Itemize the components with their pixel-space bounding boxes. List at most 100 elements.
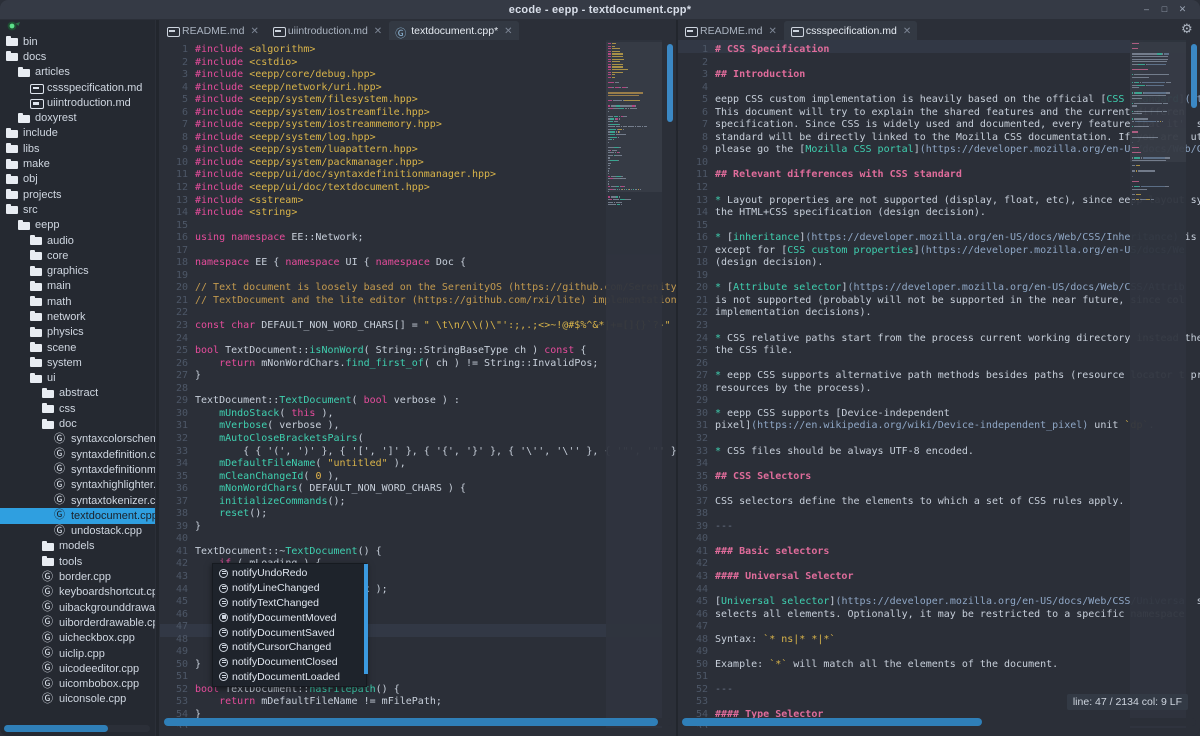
line-number: 12 bbox=[162, 182, 188, 195]
sidebar-splitter[interactable] bbox=[156, 20, 159, 736]
file-tree[interactable]: bindocsarticlescssspecification.mduiintr… bbox=[0, 34, 155, 707]
tree-item-uicheckbox-cpp[interactable]: uicheckbox.cpp bbox=[0, 631, 155, 646]
code-token: #include bbox=[195, 82, 249, 93]
editor-horizontal-scrollbar-right[interactable] bbox=[682, 718, 1196, 726]
tab-close-icon[interactable]: ✕ bbox=[374, 26, 382, 37]
tree-item-syntaxhighlighter-c[interactable]: syntaxhighlighter.c bbox=[0, 478, 155, 493]
close-button[interactable]: ✕ bbox=[1177, 4, 1188, 15]
minimap-line bbox=[612, 61, 620, 62]
autocomplete-item-label: notifyUndoRedo bbox=[232, 567, 307, 579]
code-token: selects all elements. Optionally, it may… bbox=[715, 609, 1185, 620]
folder-icon bbox=[30, 296, 43, 307]
autocomplete-item[interactable]: notifyLineChanged bbox=[213, 581, 366, 596]
tree-item-ui[interactable]: ui bbox=[0, 371, 155, 386]
tree-item-physics[interactable]: physics bbox=[0, 325, 155, 340]
tree-item-abstract[interactable]: abstract bbox=[0, 386, 155, 401]
tree-item-uibackgrounddrawab[interactable]: uibackgrounddrawab bbox=[0, 600, 155, 615]
tree-item-syntaxdefinitionma[interactable]: syntaxdefinitionma bbox=[0, 462, 155, 477]
tree-item-doc[interactable]: doc bbox=[0, 416, 155, 431]
code-token: = bbox=[412, 320, 424, 331]
gear-icon[interactable]: ⚙ bbox=[1181, 23, 1194, 36]
editor-vertical-scrollbar-left[interactable] bbox=[666, 40, 674, 728]
hscroll-thumb-right[interactable] bbox=[682, 718, 982, 726]
tab-readme-md[interactable]: README.md✕ bbox=[678, 21, 783, 40]
minimap-line bbox=[621, 176, 623, 177]
minimap-right[interactable] bbox=[1130, 40, 1186, 728]
tree-item-math[interactable]: math bbox=[0, 294, 155, 309]
autocomplete-item[interactable]: notifyCursorChanged bbox=[213, 640, 366, 655]
line-number: 37 bbox=[682, 496, 708, 509]
tab-cssspecification-md[interactable]: cssspecification.md✕ bbox=[784, 21, 917, 40]
tree-item-eepp[interactable]: eepp bbox=[0, 218, 155, 233]
markdown-content-right[interactable]: 1# CSS Specification2 3## Introduction4 … bbox=[682, 44, 1200, 728]
minimap-line bbox=[1166, 92, 1170, 93]
minimize-button[interactable]: – bbox=[1141, 4, 1152, 15]
editor-horizontal-scrollbar-left[interactable] bbox=[164, 718, 672, 726]
tree-item-undostack-cpp[interactable]: undostack.cpp bbox=[0, 524, 155, 539]
autocomplete-item[interactable]: notifyDocumentMoved bbox=[213, 610, 366, 625]
autocomplete-item[interactable]: notifyDocumentLoaded bbox=[213, 670, 366, 685]
code-editor-left[interactable]: 1#include <algorithm>2#include <cstdio>3… bbox=[160, 40, 676, 728]
tree-item-css[interactable]: css bbox=[0, 401, 155, 416]
tree-item-audio[interactable]: audio bbox=[0, 233, 155, 248]
tree-item-core[interactable]: core bbox=[0, 248, 155, 263]
tree-item-system[interactable]: system bbox=[0, 355, 155, 370]
tree-item-uiborderdrawable-cpp[interactable]: uiborderdrawable.cpp bbox=[0, 615, 155, 630]
tab-textdocument-cpp-[interactable]: textdocument.cpp*✕ bbox=[389, 21, 518, 40]
tree-item-projects[interactable]: projects bbox=[0, 187, 155, 202]
tree-item-graphics[interactable]: graphics bbox=[0, 263, 155, 278]
maximize-button[interactable]: □ bbox=[1159, 4, 1170, 15]
code-token: Layout properties are not supported (dis… bbox=[727, 195, 1191, 206]
autocomplete-item[interactable]: notifyDocumentClosed bbox=[213, 655, 366, 670]
tree-item-main[interactable]: main bbox=[0, 279, 155, 294]
tree-item-docs[interactable]: docs bbox=[0, 49, 155, 64]
tab-close-icon[interactable]: ✕ bbox=[768, 26, 776, 37]
file-tree-sidebar[interactable]: bindocsarticlescssspecification.mduiintr… bbox=[0, 20, 155, 736]
tree-item-doxyrest[interactable]: doxyrest bbox=[0, 110, 155, 125]
tree-item-keyboardshortcut-cpp[interactable]: keyboardshortcut.cpp bbox=[0, 585, 155, 600]
tree-item-include[interactable]: include bbox=[0, 126, 155, 141]
tree-item-obj[interactable]: obj bbox=[0, 172, 155, 187]
tab-uiintroduction-md[interactable]: uiintroduction.md✕ bbox=[266, 21, 388, 40]
editor-vertical-scrollbar-right[interactable] bbox=[1190, 40, 1198, 728]
cpp-file-icon bbox=[54, 434, 67, 445]
tree-item-border-cpp[interactable]: border.cpp bbox=[0, 569, 155, 584]
tree-item-src[interactable]: src bbox=[0, 202, 155, 217]
autocomplete-item[interactable]: notifyTextChanged bbox=[213, 596, 366, 611]
autocomplete-item[interactable]: notifyUndoRedo bbox=[213, 566, 366, 581]
hscroll-thumb-left[interactable] bbox=[164, 718, 658, 726]
tree-item-uicodeeditor-cpp[interactable]: uicodeeditor.cpp bbox=[0, 661, 155, 676]
tree-item-uiintroduction-md[interactable]: uiintroduction.md bbox=[0, 95, 155, 110]
tree-item-articles[interactable]: articles bbox=[0, 65, 155, 80]
tree-item-cssspecification-md[interactable]: cssspecification.md bbox=[0, 80, 155, 95]
minimap-line bbox=[612, 59, 624, 60]
code-editor-right[interactable]: 1# CSS Specification2 3## Introduction4 … bbox=[678, 40, 1200, 728]
autocomplete-item[interactable]: notifyDocumentSaved bbox=[213, 625, 366, 640]
minimap-left[interactable] bbox=[606, 40, 662, 728]
tab-readme-md[interactable]: README.md✕ bbox=[160, 21, 265, 40]
tree-item-uiclip-cpp[interactable]: uiclip.cpp bbox=[0, 646, 155, 661]
sidebar-horizontal-scrollbar[interactable] bbox=[4, 725, 150, 732]
vscroll-thumb-left[interactable] bbox=[667, 44, 673, 122]
tab-close-icon[interactable]: ✕ bbox=[250, 26, 258, 37]
tab-bar-left[interactable]: README.md✕uiintroduction.md✕textdocument… bbox=[160, 20, 676, 40]
tab-close-icon[interactable]: ✕ bbox=[504, 26, 512, 37]
tree-item-uicombobox-cpp[interactable]: uicombobox.cpp bbox=[0, 676, 155, 691]
tree-item-syntaxcolorscheme[interactable]: syntaxcolorscheme bbox=[0, 432, 155, 447]
tree-item-tools[interactable]: tools bbox=[0, 554, 155, 569]
tree-item-scene[interactable]: scene bbox=[0, 340, 155, 355]
tree-item-syntaxdefinition-cpp[interactable]: syntaxdefinition.cpp bbox=[0, 447, 155, 462]
tree-item-syntaxtokenizer-cpp[interactable]: syntaxtokenizer.cpp bbox=[0, 493, 155, 508]
tree-item-make[interactable]: make bbox=[0, 156, 155, 171]
tree-item-bin[interactable]: bin bbox=[0, 34, 155, 49]
tree-item-models[interactable]: models bbox=[0, 539, 155, 554]
tree-item-uiconsole-cpp[interactable]: uiconsole.cpp bbox=[0, 692, 155, 707]
vscroll-thumb-right[interactable] bbox=[1191, 44, 1197, 108]
tree-item-textdocument-cpp[interactable]: textdocument.cpp bbox=[0, 508, 155, 523]
autocomplete-popup[interactable]: notifyUndoRedo notifyLineChangednotifyTex… bbox=[212, 563, 367, 687]
tree-item-libs[interactable]: libs bbox=[0, 141, 155, 156]
tab-close-icon[interactable]: ✕ bbox=[903, 26, 911, 37]
tab-bar-right[interactable]: ⚙ README.md✕cssspecification.md✕ bbox=[678, 20, 1200, 40]
tree-item-network[interactable]: network bbox=[0, 309, 155, 324]
sidebar-hscroll-thumb[interactable] bbox=[4, 725, 108, 732]
